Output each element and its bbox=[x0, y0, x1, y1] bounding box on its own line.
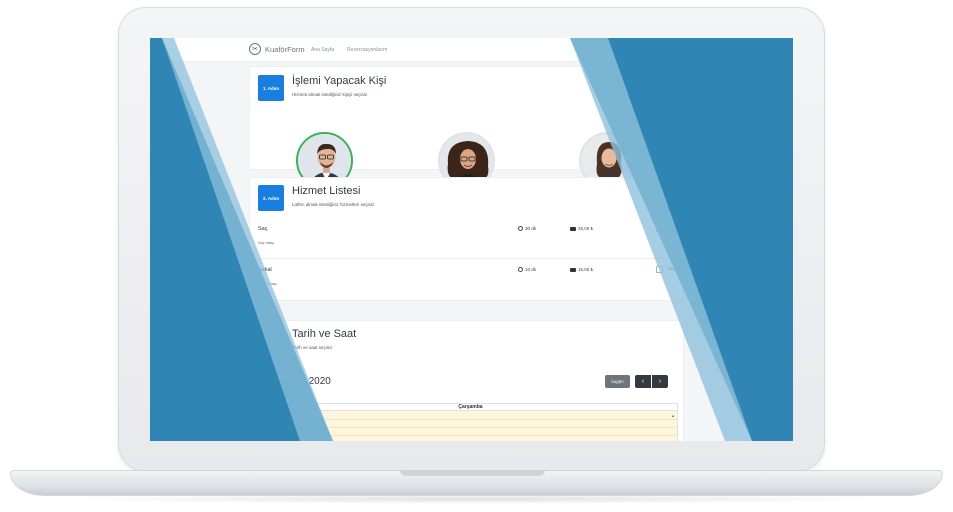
service-price: 15,00 ₺ bbox=[570, 267, 593, 273]
service-divider bbox=[250, 258, 685, 259]
step1-subtitle: Hizmeti almak istediğiniz kişiyi seçiniz bbox=[292, 92, 368, 97]
brand-name: KuaförForm bbox=[265, 44, 305, 54]
laptop-notch bbox=[400, 470, 545, 476]
step2-title: Hizmet Listesi bbox=[292, 185, 361, 197]
service-row[interactable]: Sakal Sakal tıraşı 10 dk 15,00 ₺ Seç bbox=[250, 266, 685, 297]
clock-icon bbox=[518, 226, 523, 231]
service-select-label[interactable]: Seç bbox=[668, 266, 676, 271]
service-name: Saç bbox=[258, 226, 268, 232]
brand[interactable]: ✂ KuaförForm bbox=[249, 43, 305, 55]
service-duration: 30 dk bbox=[518, 226, 536, 231]
service-price: 25,00 ₺ bbox=[570, 226, 593, 232]
scroll-up-icon[interactable]: ▲ bbox=[671, 413, 675, 418]
wallet-icon bbox=[570, 227, 576, 231]
step3-card: 3. Adım Tarih ve Saat Tarih ve saat seçi… bbox=[249, 320, 684, 441]
next-day-button[interactable]: › bbox=[652, 375, 668, 388]
prev-day-button[interactable]: ‹ bbox=[635, 375, 651, 388]
step3-title: Tarih ve Saat bbox=[292, 328, 357, 340]
step2-badge: 2. Adım bbox=[258, 185, 284, 211]
step3-badge: 3. Adım bbox=[258, 329, 284, 355]
service-checkbox[interactable] bbox=[656, 225, 663, 232]
service-description: Saç tıraşı bbox=[258, 241, 275, 245]
stage: ✂ KuaförForm Ana Sayfa Rezervasyonlarım … bbox=[0, 0, 953, 512]
service-duration: 10 dk bbox=[518, 267, 536, 272]
step2-subtitle: Lütfen almak istediğiniz hizmetleri seçi… bbox=[292, 202, 375, 207]
service-row[interactable]: Saç Saç tıraşı 30 dk 25,00 ₺ Seç bbox=[250, 225, 685, 258]
calendar-date: 3 Haziran 2020 bbox=[263, 376, 331, 387]
nav-link-reservations[interactable]: Rezervasyonlarım bbox=[347, 47, 387, 53]
step2-card: 2. Adım Hizmet Listesi Lütfen almak iste… bbox=[249, 177, 685, 301]
nav-link-home[interactable]: Ana Sayfa bbox=[311, 47, 334, 53]
step3-subtitle: Tarih ve saat seçiniz bbox=[292, 345, 333, 350]
time-slot-line bbox=[264, 427, 677, 428]
scissors-logo-icon: ✂ bbox=[249, 43, 261, 55]
calendar-day-header: Çarşamba bbox=[263, 403, 678, 411]
calendar-time-grid[interactable]: ▲ bbox=[263, 411, 678, 441]
time-slot-line bbox=[264, 435, 677, 436]
service-select-label[interactable]: Seç bbox=[668, 225, 676, 230]
navbar: ✂ KuaförForm Ana Sayfa Rezervasyonlarım bbox=[150, 38, 793, 62]
service-name: Sakal bbox=[258, 267, 272, 273]
wallet-icon bbox=[570, 268, 576, 272]
laptop-screen: ✂ KuaförForm Ana Sayfa Rezervasyonlarım … bbox=[150, 38, 793, 441]
step1-card: 1. Adım İşlemi Yapacak Kişi Hizmeti alma… bbox=[249, 66, 684, 189]
service-checkbox[interactable] bbox=[656, 266, 663, 273]
step1-badge: 1. Adım bbox=[258, 75, 284, 101]
clock-icon bbox=[518, 267, 523, 272]
today-button[interactable]: bugün bbox=[605, 375, 630, 388]
service-description: Sakal tıraşı bbox=[258, 282, 277, 286]
time-slot-line bbox=[264, 419, 677, 420]
step1-title: İşlemi Yapacak Kişi bbox=[292, 75, 387, 87]
